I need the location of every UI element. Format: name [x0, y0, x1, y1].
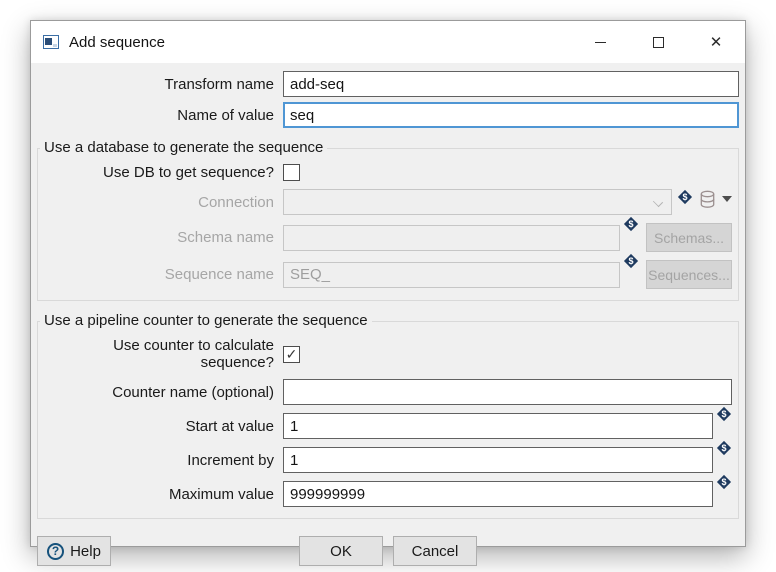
schema-row: Schema name $ Schemas... — [44, 216, 732, 252]
add-sequence-dialog: Add sequence ✕ Transform name Name of va… — [30, 20, 746, 566]
sequence-name-label: Sequence name — [164, 266, 274, 283]
use-db-row: Use DB to get sequence? — [44, 164, 732, 181]
transform-name-input[interactable] — [283, 71, 739, 97]
start-value-row: Start at value $ — [44, 406, 732, 439]
minimize-icon — [594, 41, 606, 43]
use-counter-label: Use counter to calculate sequence? — [113, 337, 274, 371]
chevron-down-icon — [652, 196, 664, 208]
database-group-title: Use a database to generate the sequence — [40, 139, 328, 156]
connection-row: Connection $ — [44, 189, 732, 215]
maximize-icon — [652, 36, 664, 48]
variable-icon: $ — [677, 189, 693, 205]
dialog-body: Transform name Name of value Use a datab… — [31, 63, 745, 566]
counter-group: Use a pipeline counter to generate the s… — [37, 312, 739, 519]
maximum-value-row: Maximum value $ — [44, 474, 732, 507]
dropdown-arrow-icon[interactable] — [722, 196, 732, 202]
transform-name-label: Transform name — [164, 75, 274, 93]
database-icon[interactable] — [699, 190, 716, 209]
counter-name-input[interactable] — [283, 379, 732, 405]
close-button[interactable]: ✕ — [687, 21, 745, 63]
schemas-button[interactable]: Schemas... — [646, 223, 732, 252]
variable-icon: $ — [716, 474, 732, 490]
name-of-value-input[interactable] — [283, 102, 739, 128]
use-counter-row: Use counter to calculate sequence? ✓ — [44, 337, 732, 371]
cancel-button[interactable]: Cancel — [393, 536, 477, 566]
sequences-button[interactable]: Sequences... — [646, 260, 732, 289]
minimize-button[interactable] — [571, 21, 629, 63]
schema-name-input[interactable] — [283, 224, 620, 251]
counter-name-row: Counter name (optional) — [44, 379, 732, 405]
variable-icon: $ — [716, 406, 732, 422]
maximum-value-label: Maximum value — [168, 485, 274, 503]
footer: ? Help OK Cancel — [31, 536, 745, 566]
counter-name-label: Counter name (optional) — [112, 383, 274, 401]
window-icon — [43, 34, 60, 50]
use-counter-checkbox[interactable]: ✓ — [283, 345, 300, 363]
increment-by-label: Increment by — [187, 451, 274, 469]
use-db-checkbox[interactable] — [283, 164, 300, 181]
maximum-value-input[interactable] — [283, 481, 713, 507]
ok-cancel-group: OK Cancel — [31, 536, 745, 566]
name-of-value-label: Name of value — [177, 106, 274, 124]
name-of-value-row: Name of value — [37, 102, 739, 128]
transform-name-row: Transform name — [37, 71, 739, 97]
increment-row: Increment by $ — [44, 440, 732, 473]
help-button-label: Help — [70, 542, 101, 560]
sequence-name-input[interactable] — [283, 261, 620, 288]
variable-icon: $ — [716, 440, 732, 456]
help-button[interactable]: ? Help — [37, 536, 111, 566]
ok-button[interactable]: OK — [299, 536, 383, 566]
sequence-row: Sequence name $ Sequences... — [44, 253, 732, 289]
close-icon: ✕ — [709, 33, 723, 51]
increment-by-input[interactable] — [283, 447, 713, 473]
start-value-input[interactable] — [283, 413, 713, 439]
window-controls: ✕ — [571, 21, 745, 63]
variable-icon: $ — [623, 216, 639, 232]
use-db-label: Use DB to get sequence? — [103, 164, 274, 181]
maximize-button[interactable] — [629, 21, 687, 63]
titlebar: Add sequence ✕ — [31, 21, 745, 63]
connection-combo[interactable] — [283, 189, 672, 215]
database-group: Use a database to generate the sequence … — [37, 139, 739, 301]
window-title: Add sequence — [69, 33, 165, 51]
connection-label: Connection — [198, 193, 274, 211]
variable-icon: $ — [623, 253, 639, 269]
help-icon: ? — [47, 542, 65, 560]
schema-name-label: Schema name — [177, 229, 274, 246]
counter-group-title: Use a pipeline counter to generate the s… — [40, 312, 372, 329]
start-value-label: Start at value — [185, 417, 274, 435]
